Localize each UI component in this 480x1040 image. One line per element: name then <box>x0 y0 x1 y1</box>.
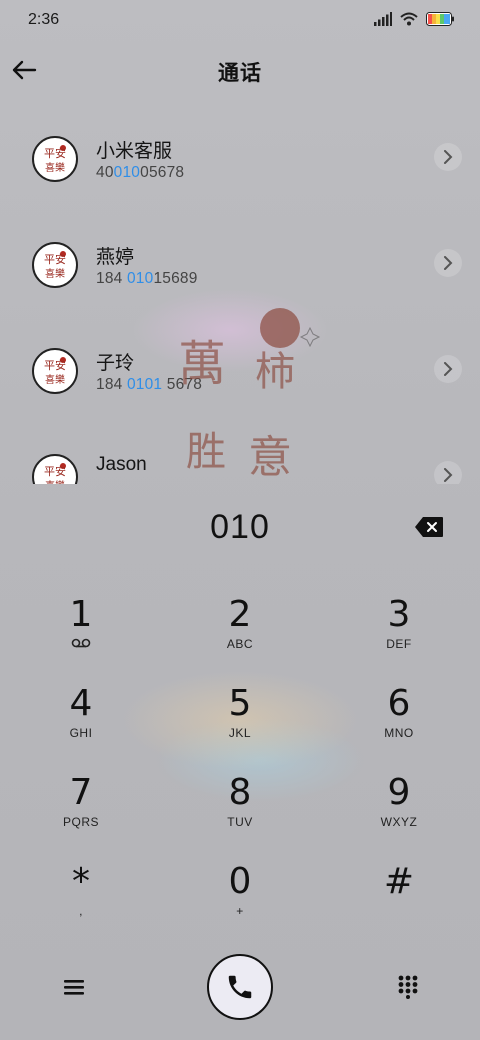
contact-name: 子玲 <box>96 353 135 374</box>
contact-details-button[interactable] <box>434 461 462 484</box>
contact-number: 184 01015689 <box>96 270 198 287</box>
key-7[interactable]: 7 PQRS <box>6 773 156 853</box>
watermark-char: 柿 <box>255 349 295 395</box>
avatar: 平安 喜樂 <box>32 454 78 484</box>
chevron-right-icon <box>444 362 453 376</box>
page-title: 通话 <box>218 62 262 85</box>
contact-name: 小米客服 <box>96 141 173 162</box>
contact-number: 4001005678 <box>96 164 185 181</box>
signal-icon <box>374 12 392 26</box>
avatar-text: 平安 <box>44 358 66 372</box>
dialpad-toggle-button[interactable] <box>392 972 424 1002</box>
avatar: 平安 喜樂 <box>32 136 78 182</box>
dialpad-icon <box>398 975 418 999</box>
avatar: 平安 喜樂 <box>32 242 78 288</box>
watermark-char: 萬 <box>178 336 226 392</box>
key-9[interactable]: 9 WXYZ <box>324 773 474 853</box>
avatar-text: 平安 <box>44 252 66 266</box>
contact-details-button[interactable] <box>434 249 462 277</box>
chevron-right-icon <box>444 468 453 482</box>
avatar-text: 喜樂 <box>45 479 65 484</box>
status-time: 2:36 <box>28 11 60 28</box>
avatar-text: 喜樂 <box>45 373 65 386</box>
status-icons <box>374 12 454 26</box>
delete-button[interactable] <box>414 516 444 538</box>
key-0[interactable]: 0 + <box>165 862 315 942</box>
avatar-text: 平安 <box>44 464 66 478</box>
voicemail-icon <box>71 638 91 648</box>
app-header: 通话 <box>0 44 480 96</box>
avatar-text: 喜樂 <box>45 161 65 174</box>
wifi-icon <box>400 12 418 26</box>
key-2[interactable]: 2 ABC <box>165 595 315 675</box>
key-6[interactable]: 6 MNO <box>324 684 474 764</box>
dialed-number[interactable]: 010 <box>0 508 480 547</box>
call-button[interactable] <box>207 954 273 1020</box>
avatar-text: 平安 <box>44 146 66 160</box>
key-3[interactable]: 3 DEF <box>324 595 474 675</box>
bottom-action-bar <box>0 950 480 1030</box>
avatar-text: 喜樂 <box>45 267 65 280</box>
contact-item[interactable]: 平安 喜樂 小米客服 4001005678 <box>0 112 480 218</box>
contact-details-button[interactable] <box>434 355 462 383</box>
phone-icon <box>228 975 252 999</box>
wallpaper-calligraphy: 萬 柿 胜 意 <box>170 300 330 500</box>
key-1[interactable]: 1 <box>6 595 156 675</box>
watermark-char: 意 <box>248 432 292 483</box>
menu-icon <box>64 980 84 995</box>
status-bar: 2:36 <box>0 0 480 40</box>
key-5[interactable]: 5 JKL <box>165 684 315 764</box>
watermark-char: 胜 <box>186 429 226 475</box>
contact-name: 燕婷 <box>96 247 135 268</box>
menu-button[interactable] <box>58 972 90 1002</box>
key-4[interactable]: 4 GHI <box>6 684 156 764</box>
backspace-icon <box>415 517 443 537</box>
battery-icon <box>426 12 454 26</box>
chevron-right-icon <box>444 256 453 270</box>
avatar: 平安 喜樂 <box>32 348 78 394</box>
key-hash[interactable]: # <box>324 862 474 942</box>
key-star[interactable]: * , <box>6 862 156 942</box>
contact-details-button[interactable] <box>434 143 462 171</box>
number-entry: 010 <box>0 500 480 560</box>
key-8[interactable]: 8 TUV <box>165 773 315 853</box>
contact-name: Jason <box>96 454 147 475</box>
chevron-right-icon <box>444 150 453 164</box>
dial-keypad: 1 2 ABC 3 DEF 4 GHI 5 JKL 6 MNO 7 PQRS 8… <box>0 585 480 945</box>
